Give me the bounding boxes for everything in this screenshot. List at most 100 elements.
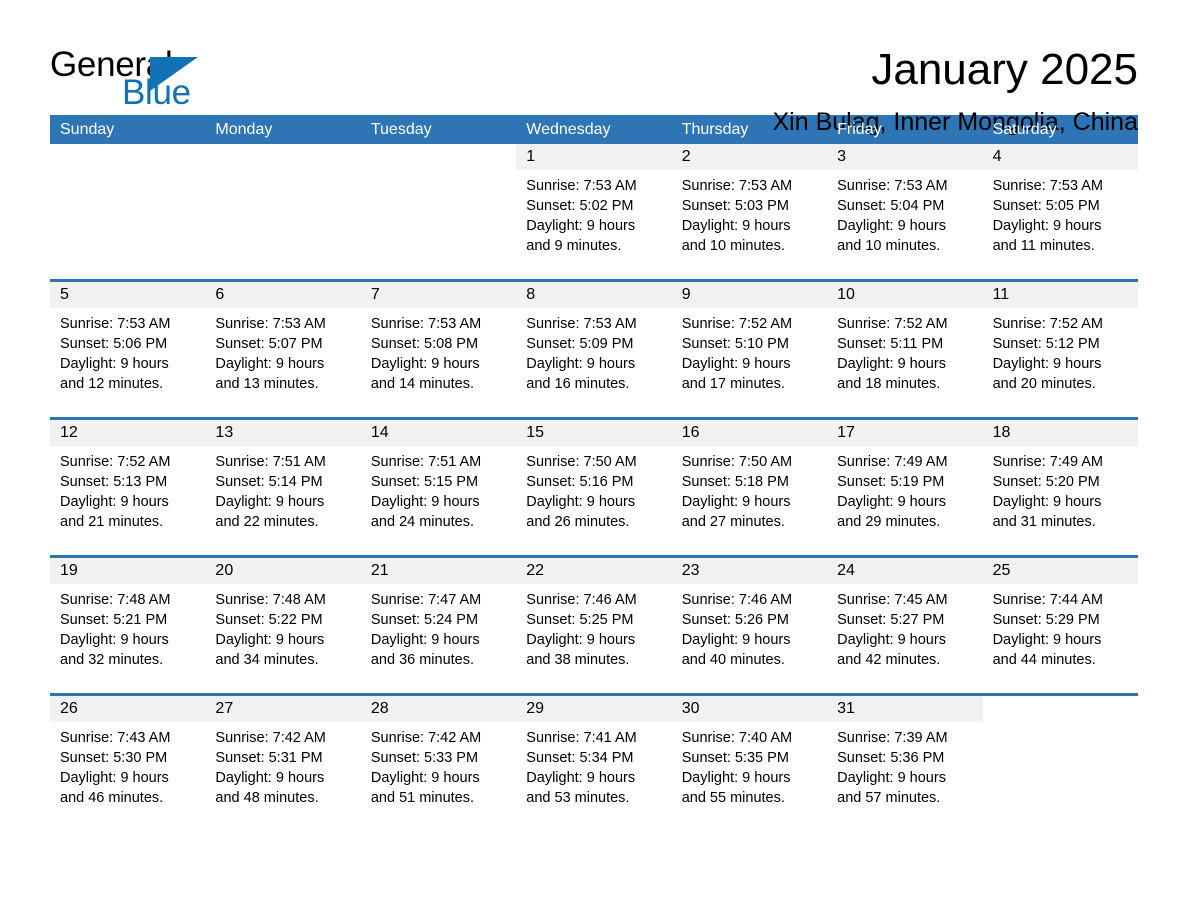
calendar-day-cell[interactable]: 18 Sunrise: 7:49 AM Sunset: 5:20 PM Dayligh… bbox=[982, 420, 1138, 540]
weekday-thursday: Thursday bbox=[681, 121, 749, 138]
day-number: 13 bbox=[205, 420, 361, 446]
daylight-text-line2: and 44 minutes. bbox=[992, 652, 1096, 668]
sunrise-text: Sunrise: 7:43 AM bbox=[60, 730, 171, 746]
calendar-day-cell[interactable]: 6 Sunrise: 7:53 AM Sunset: 5:07 PM Daylight… bbox=[205, 282, 361, 402]
sunset-text: Sunset: 5:16 PM bbox=[526, 474, 634, 490]
daylight-text-line2: and 14 minutes. bbox=[370, 376, 475, 392]
day-number: 7 bbox=[360, 282, 517, 308]
day-details: Sunrise: 7:42 AM Sunset: 5:31 PM Daylight:… bbox=[205, 722, 360, 808]
week-grid: 5 Sunrise: 7:53 AM Sunset: 5:06 PM Daylight… bbox=[50, 282, 1138, 402]
calendar-day-cell[interactable]: 14 Sunrise: 7:51 AM Sunset: 5:15 PM Dayligh… bbox=[360, 420, 517, 540]
weekday-header-row: Sunday Monday Tuesday Wednesday Thursday… bbox=[50, 115, 1138, 144]
daylight-text-line1: Daylight: 9 hours bbox=[681, 218, 791, 234]
weekday-tuesday: Tuesday bbox=[370, 121, 432, 138]
calendar-week-row: 5 Sunrise: 7:53 AM Sunset: 5:06 PM Daylight… bbox=[50, 279, 1138, 402]
calendar-day-cell[interactable]: 9 Sunrise: 7:52 AM Sunset: 5:10 PM Daylight… bbox=[671, 282, 828, 402]
sunset-text: Sunset: 5:07 PM bbox=[215, 336, 323, 352]
calendar-day-cell[interactable]: 12 Sunrise: 7:52 AM Sunset: 5:13 PM Dayligh… bbox=[50, 420, 206, 540]
calendar-day-cell[interactable]: 10 Sunrise: 7:52 AM Sunset: 5:11 PM Dayligh… bbox=[827, 282, 983, 402]
daylight-text-line1: Daylight: 9 hours bbox=[60, 356, 169, 372]
day-details: Sunrise: 7:53 AM Sunset: 5:02 PM Daylight:… bbox=[516, 170, 671, 256]
daylight-text-line2: and 16 minutes. bbox=[526, 376, 630, 392]
calendar-day-cell[interactable]: 8 Sunrise: 7:53 AM Sunset: 5:09 PM Daylight… bbox=[516, 282, 672, 402]
day-details: Sunrise: 7:53 AM Sunset: 5:09 PM Daylight:… bbox=[516, 308, 671, 394]
day-details: Sunrise: 7:50 AM Sunset: 5:18 PM Daylight:… bbox=[672, 446, 827, 532]
sunset-text: Sunset: 5:10 PM bbox=[681, 336, 789, 352]
calendar-day-cell[interactable]: 1 Sunrise: 7:53 AM Sunset: 5:02 PM Daylight… bbox=[516, 144, 672, 264]
day-number: 31 bbox=[827, 696, 983, 722]
calendar-day-cell[interactable]: 17 Sunrise: 7:49 AM Sunset: 5:19 PM Dayligh… bbox=[827, 420, 983, 540]
day-details: Sunrise: 7:44 AM Sunset: 5:29 PM Daylight:… bbox=[983, 584, 1138, 670]
week-separator-gap bbox=[50, 540, 1138, 555]
day-details: Sunrise: 7:47 AM Sunset: 5:24 PM Daylight:… bbox=[361, 584, 516, 670]
calendar-day-cell[interactable]: 16 Sunrise: 7:50 AM Sunset: 5:18 PM Dayligh… bbox=[671, 420, 828, 540]
sunset-text: Sunset: 5:21 PM bbox=[60, 612, 168, 628]
week-separator-gap bbox=[50, 402, 1138, 417]
calendar-day-cell[interactable]: 15 Sunrise: 7:50 AM Sunset: 5:16 PM Dayligh… bbox=[516, 420, 672, 540]
daylight-text-line1: Daylight: 9 hours bbox=[526, 218, 636, 234]
day-details: Sunrise: 7:42 AM Sunset: 5:33 PM Daylight:… bbox=[361, 722, 516, 808]
day-details: Sunrise: 7:49 AM Sunset: 5:20 PM Daylight:… bbox=[983, 446, 1138, 532]
calendar-day-cell[interactable]: 3 Sunrise: 7:53 AM Sunset: 5:04 PM Daylight… bbox=[827, 144, 983, 264]
sunrise-text: Sunrise: 7:53 AM bbox=[526, 178, 637, 194]
calendar-day-cell[interactable]: 13 Sunrise: 7:51 AM Sunset: 5:14 PM Dayligh… bbox=[205, 420, 361, 540]
calendar-day-cell[interactable]: 25 Sunrise: 7:44 AM Sunset: 5:29 PM Dayligh… bbox=[982, 558, 1138, 678]
day-number: 8 bbox=[516, 282, 672, 308]
daylight-text-line1: Daylight: 9 hours bbox=[837, 770, 946, 786]
weekday-wednesday: Wednesday bbox=[526, 121, 611, 138]
day-details: Sunrise: 7:52 AM Sunset: 5:12 PM Daylight:… bbox=[983, 308, 1138, 394]
sunrise-text: Sunrise: 7:52 AM bbox=[681, 316, 793, 332]
sunset-text: Sunset: 5:11 PM bbox=[837, 336, 944, 352]
sunrise-text: Sunrise: 7:52 AM bbox=[60, 454, 171, 470]
daylight-text-line1: Daylight: 9 hours bbox=[215, 632, 325, 648]
daylight-text-line2: and 40 minutes. bbox=[681, 652, 785, 668]
sunrise-text: Sunrise: 7:44 AM bbox=[992, 592, 1103, 608]
calendar-day-cell[interactable]: 31 Sunrise: 7:39 AM Sunset: 5:36 PM Dayligh… bbox=[827, 696, 983, 816]
sunset-text: Sunset: 5:24 PM bbox=[370, 612, 479, 628]
calendar-day-cell[interactable]: 28 Sunrise: 7:42 AM Sunset: 5:33 PM Dayligh… bbox=[360, 696, 517, 816]
daylight-text-line1: Daylight: 9 hours bbox=[60, 632, 169, 648]
daylight-text-line2: and 38 minutes. bbox=[526, 652, 630, 668]
sunset-text: Sunset: 5:04 PM bbox=[837, 198, 945, 214]
calendar-day-cell[interactable]: 27 Sunrise: 7:42 AM Sunset: 5:31 PM Dayligh… bbox=[205, 696, 361, 816]
calendar-day-cell[interactable]: 30 Sunrise: 7:40 AM Sunset: 5:35 PM Dayligh… bbox=[671, 696, 828, 816]
calendar-day-cell[interactable]: 22 Sunrise: 7:46 AM Sunset: 5:25 PM Dayligh… bbox=[516, 558, 672, 678]
calendar-day-cell-empty bbox=[205, 144, 361, 264]
sunset-text: Sunset: 5:06 PM bbox=[60, 336, 168, 352]
calendar-day-cell[interactable]: 26 Sunrise: 7:43 AM Sunset: 5:30 PM Dayligh… bbox=[50, 696, 206, 816]
calendar-day-cell[interactable]: 11 Sunrise: 7:52 AM Sunset: 5:12 PM Dayligh… bbox=[982, 282, 1138, 402]
daylight-text-line2: and 42 minutes. bbox=[837, 652, 941, 668]
calendar-day-cell[interactable]: 5 Sunrise: 7:53 AM Sunset: 5:06 PM Daylight… bbox=[50, 282, 206, 402]
calendar-day-cell[interactable]: 4 Sunrise: 7:53 AM Sunset: 5:05 PM Daylight… bbox=[982, 144, 1138, 264]
calendar-day-cell[interactable]: 29 Sunrise: 7:41 AM Sunset: 5:34 PM Dayligh… bbox=[516, 696, 672, 816]
day-details: Sunrise: 7:50 AM Sunset: 5:16 PM Daylight:… bbox=[516, 446, 671, 532]
calendar-day-cell[interactable]: 23 Sunrise: 7:46 AM Sunset: 5:26 PM Dayligh… bbox=[671, 558, 828, 678]
daylight-text-line1: Daylight: 9 hours bbox=[992, 218, 1102, 234]
sunset-text: Sunset: 5:13 PM bbox=[60, 474, 168, 490]
calendar-day-cell[interactable]: 24 Sunrise: 7:45 AM Sunset: 5:27 PM Dayligh… bbox=[827, 558, 983, 678]
day-details: Sunrise: 7:40 AM Sunset: 5:35 PM Daylight:… bbox=[672, 722, 827, 808]
sunrise-text: Sunrise: 7:49 AM bbox=[837, 454, 948, 470]
calendar-day-cell[interactable]: 21 Sunrise: 7:47 AM Sunset: 5:24 PM Dayligh… bbox=[360, 558, 517, 678]
sunrise-text: Sunrise: 7:51 AM bbox=[370, 454, 482, 470]
calendar-day-cell[interactable]: 19 Sunrise: 7:48 AM Sunset: 5:21 PM Dayligh… bbox=[50, 558, 206, 678]
calendar-day-cell[interactable]: 20 Sunrise: 7:48 AM Sunset: 5:22 PM Dayligh… bbox=[205, 558, 361, 678]
calendar-day-cell[interactable]: 2 Sunrise: 7:53 AM Sunset: 5:03 PM Daylight… bbox=[671, 144, 828, 264]
sunset-text: Sunset: 5:22 PM bbox=[215, 612, 323, 628]
day-details: Sunrise: 7:41 AM Sunset: 5:34 PM Daylight:… bbox=[516, 722, 671, 808]
calendar-day-cell-empty bbox=[50, 144, 206, 264]
sunset-text: Sunset: 5:14 PM bbox=[215, 474, 323, 490]
calendar-week-row: 1 Sunrise: 7:53 AM Sunset: 5:02 PM Daylight… bbox=[50, 144, 1138, 264]
day-number: 19 bbox=[50, 558, 206, 584]
daylight-text-line1: Daylight: 9 hours bbox=[370, 770, 480, 786]
sunrise-text: Sunrise: 7:46 AM bbox=[681, 592, 793, 608]
calendar-day-cell[interactable]: 7 Sunrise: 7:53 AM Sunset: 5:08 PM Daylight… bbox=[360, 282, 517, 402]
day-number: 9 bbox=[671, 282, 828, 308]
day-number: 30 bbox=[671, 696, 828, 722]
day-number: 25 bbox=[982, 558, 1138, 584]
day-details: Sunrise: 7:39 AM Sunset: 5:36 PM Daylight:… bbox=[827, 722, 982, 808]
sunset-text: Sunset: 5:34 PM bbox=[526, 750, 634, 766]
day-number: 15 bbox=[516, 420, 672, 446]
daylight-text-line1: Daylight: 9 hours bbox=[60, 770, 169, 786]
sunrise-text: Sunrise: 7:53 AM bbox=[370, 316, 482, 332]
